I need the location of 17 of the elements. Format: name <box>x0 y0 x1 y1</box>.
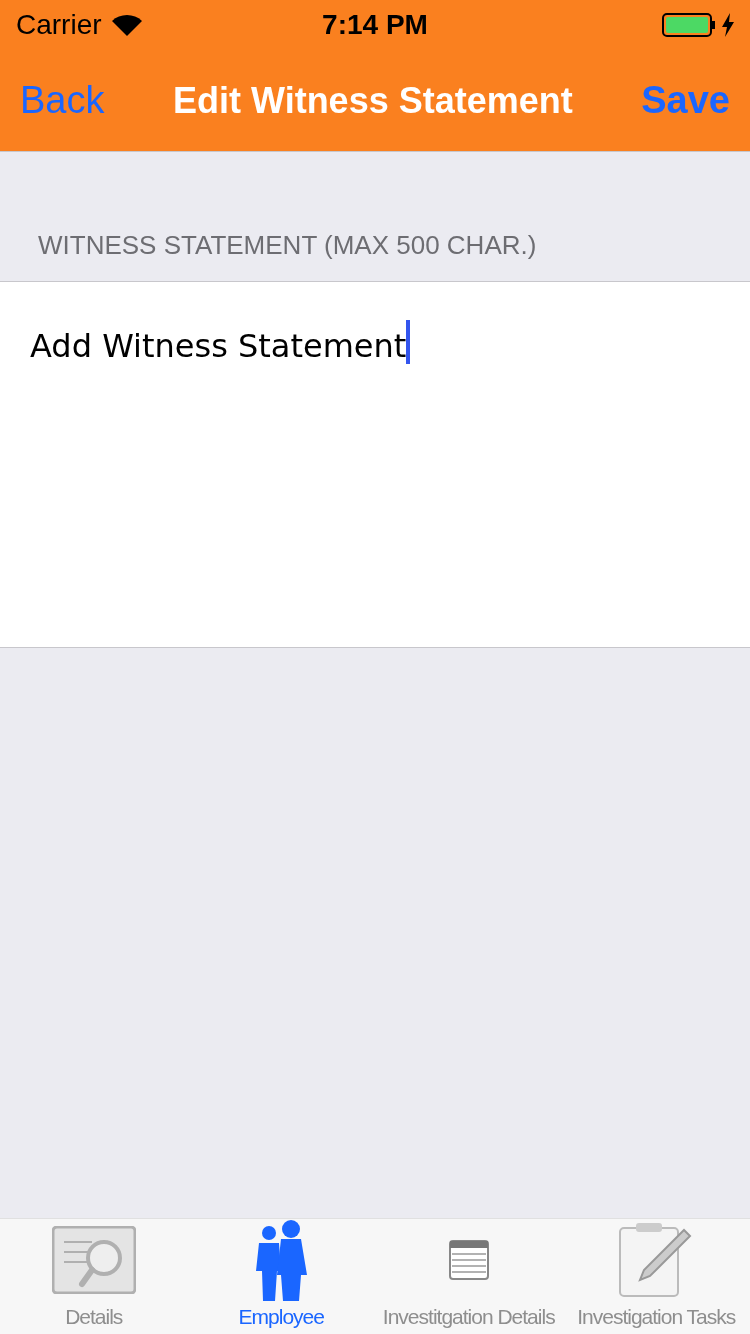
charging-icon <box>722 13 734 37</box>
battery-icon <box>662 13 716 37</box>
statement-field[interactable]: Add Witness Statement <box>0 282 750 648</box>
tab-bar-item[interactable]: Details <box>0 1219 188 1334</box>
tab-bar-item[interactable]: Employee <box>187 1219 375 1334</box>
back-button[interactable]: Back <box>20 72 105 129</box>
carrier-label: Carrier <box>16 8 102 42</box>
tab-bar-item[interactable]: Investitgation Details <box>375 1219 563 1334</box>
section-header: WITNESS STATEMENT (MAX 500 CHAR.) <box>38 229 537 262</box>
status-time: 7:14 PM <box>322 8 428 42</box>
save-button[interactable]: Save <box>641 72 730 129</box>
nav-title: Edit Witness Statement <box>173 78 573 123</box>
wifi-icon <box>111 14 142 36</box>
people-icon <box>253 1219 310 1301</box>
tab-bar-item[interactable]: Investigation Tasks <box>562 1219 750 1334</box>
list-icon <box>448 1240 489 1280</box>
magnifier-document-icon <box>51 1226 136 1294</box>
